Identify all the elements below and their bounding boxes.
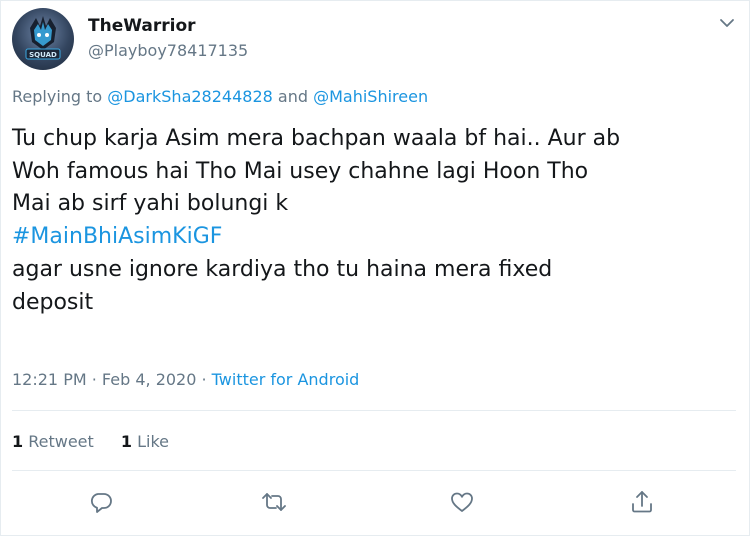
tweet-text: Tu chup karja Asim mera bachpan waala bf… xyxy=(12,123,732,319)
tweet-card: SQUAD TheWarrior @Playboy78417135 Replyi… xyxy=(0,0,750,536)
display-name[interactable]: TheWarrior xyxy=(88,16,196,36)
share-icon[interactable] xyxy=(627,487,657,517)
replying-to-label: Replying to xyxy=(12,87,108,106)
tweet-line: Woh famous hai Tho Mai usey chahne lagi … xyxy=(12,158,589,184)
divider xyxy=(12,410,736,411)
mention-link[interactable]: @MahiShireen xyxy=(313,87,428,106)
replying-to-joiner: and xyxy=(272,87,314,106)
likes-stat[interactable]: 1 Like xyxy=(121,432,169,451)
meta-separator: · xyxy=(196,370,212,389)
likes-label: Like xyxy=(132,432,170,451)
retweets-stat[interactable]: 1 Retweet xyxy=(12,432,94,451)
retweets-label: Retweet xyxy=(23,432,94,451)
tweet-source-link[interactable]: Twitter for Android xyxy=(212,370,360,389)
meta-separator: · xyxy=(86,370,102,389)
user-handle[interactable]: @Playboy78417135 xyxy=(88,41,248,60)
action-bar xyxy=(1,487,749,517)
tweet-date[interactable]: Feb 4, 2020 xyxy=(102,370,196,389)
tweet-time[interactable]: 12:21 PM xyxy=(12,370,87,389)
replying-to: Replying to @DarkSha28244828 and @MahiSh… xyxy=(12,87,428,106)
retweet-icon[interactable] xyxy=(259,487,289,517)
tweet-line: deposit xyxy=(12,289,94,315)
tweet-line: Tu chup karja Asim mera bachpan waala bf… xyxy=(12,126,621,151)
heart-icon[interactable] xyxy=(447,487,477,517)
tweet-meta: 12:21 PM · Feb 4, 2020 · Twitter for And… xyxy=(12,370,359,389)
likes-count: 1 xyxy=(120,432,133,451)
retweets-count: 1 xyxy=(12,432,24,451)
tweet-line: Mai ab sirf yahi bolungi k xyxy=(12,191,289,217)
reply-icon[interactable] xyxy=(86,487,116,517)
chevron-down-icon[interactable] xyxy=(718,15,736,29)
avatar[interactable]: SQUAD xyxy=(12,8,74,70)
divider xyxy=(12,470,736,471)
hashtag-link[interactable]: #MainBhiAsimKiGF xyxy=(12,224,222,249)
tweet-stats: 1 Retweet 1 Like xyxy=(12,432,169,451)
tweet-line: agar usne ignore kardiya tho tu haina me… xyxy=(12,256,553,282)
svg-text:SQUAD: SQUAD xyxy=(29,51,57,59)
mention-link[interactable]: @DarkSha28244828 xyxy=(107,87,273,106)
